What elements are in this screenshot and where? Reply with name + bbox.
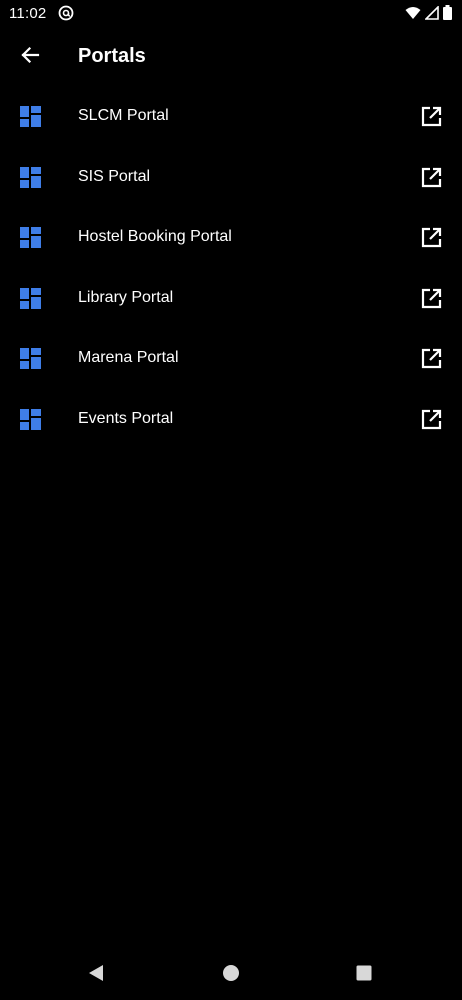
status-bar: 11:02 [0, 0, 462, 28]
open-in-new-icon[interactable] [421, 167, 442, 188]
portal-list: SLCM Portal SIS Portal Hostel Booking Po… [0, 86, 462, 449]
portal-item[interactable]: Events Portal [0, 389, 462, 450]
dashboard-icon [20, 166, 41, 188]
open-in-new-icon[interactable] [421, 227, 442, 248]
portal-label: Marena Portal [78, 349, 179, 366]
status-icons [405, 4, 452, 25]
portal-item[interactable]: SLCM Portal [0, 86, 462, 147]
dashboard-icon [20, 106, 41, 127]
open-in-new-icon[interactable] [421, 106, 442, 127]
battery-icon [443, 5, 452, 25]
at-sign-icon [58, 5, 74, 21]
dashboard-icon [20, 408, 41, 430]
page-title: Portals [78, 45, 146, 67]
portal-label: Hostel Booking Portal [78, 228, 232, 245]
open-in-new-icon[interactable] [421, 409, 442, 430]
status-time: 11:02 [9, 5, 47, 22]
portal-label: Library Portal [78, 288, 174, 306]
app-bar: Portals [0, 28, 462, 86]
open-in-new-icon[interactable] [421, 348, 442, 369]
portal-label: SIS Portal [78, 167, 151, 185]
portal-label: Events Portal [78, 409, 174, 427]
open-in-new-icon[interactable] [421, 288, 442, 309]
portal-label: SLCM Portal [78, 107, 169, 124]
portal-item[interactable]: Marena Portal [0, 328, 462, 389]
arrow-back-icon [20, 45, 40, 70]
nav-back-icon[interactable] [85, 962, 107, 984]
dashboard-icon [20, 287, 41, 309]
portal-item[interactable]: SIS Portal [0, 147, 462, 208]
navigation-bar [0, 948, 462, 1000]
nav-recents-icon[interactable] [353, 962, 375, 984]
portal-item[interactable]: Hostel Booking Portal [0, 207, 462, 268]
nav-home-icon[interactable] [220, 962, 242, 984]
portal-item[interactable]: Library Portal [0, 268, 462, 329]
back-button[interactable] [14, 41, 46, 73]
dashboard-icon [20, 348, 41, 369]
wifi-icon [405, 6, 421, 25]
dashboard-icon [20, 227, 41, 248]
signal-icon [424, 4, 439, 25]
